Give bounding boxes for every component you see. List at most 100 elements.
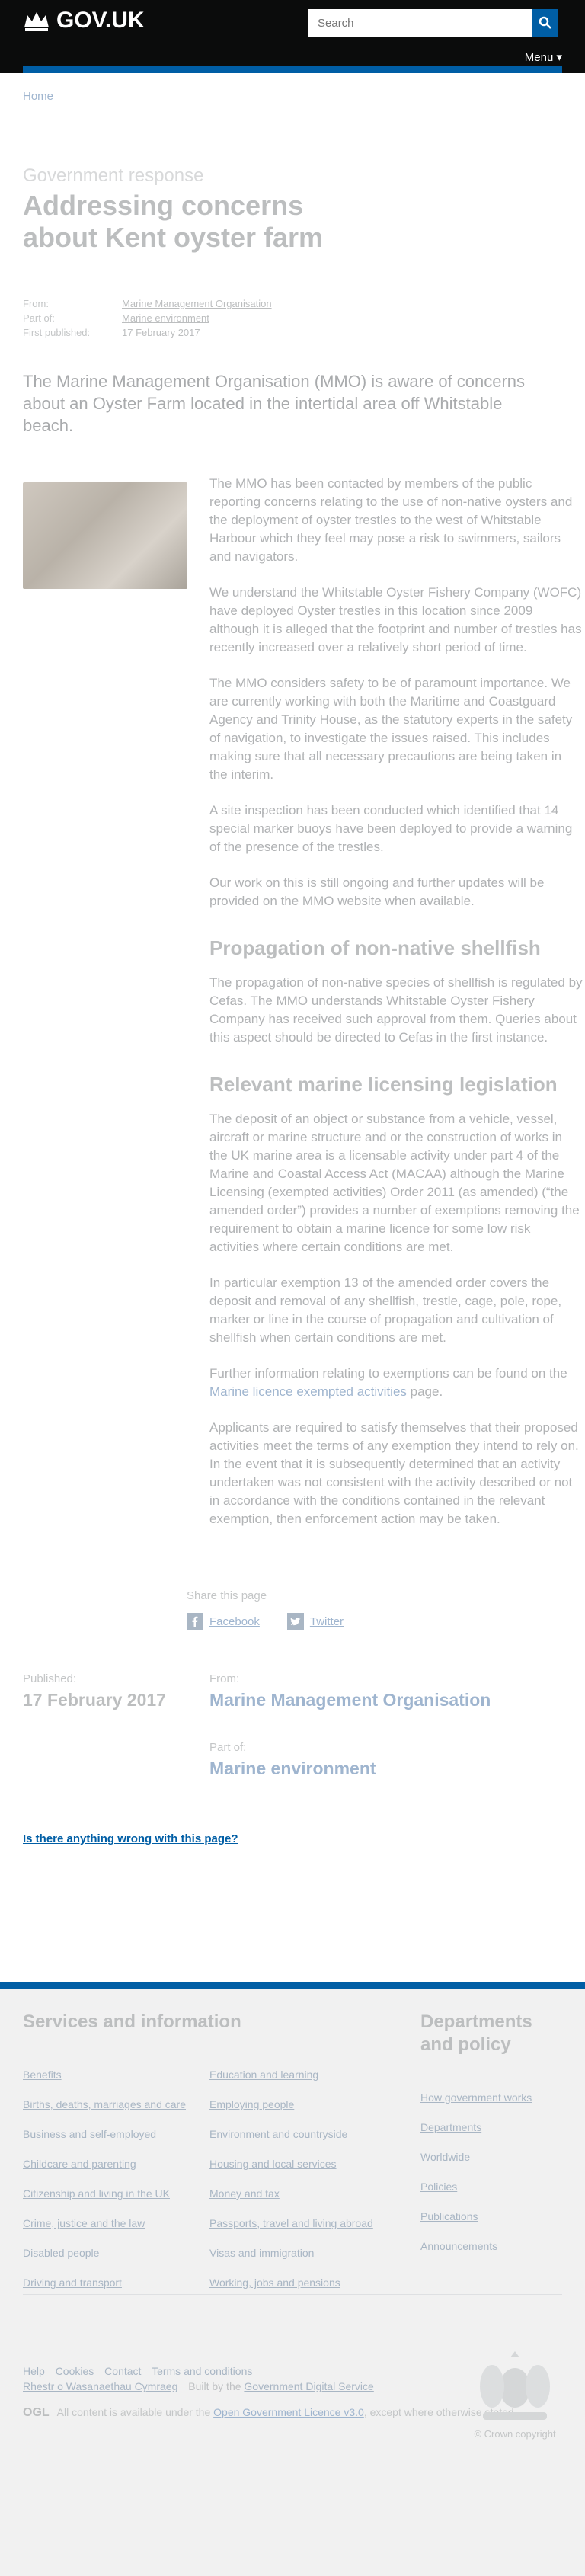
facebook-link[interactable]: Facebook (209, 1615, 260, 1628)
departments-section: Departments and policy How government wo… (420, 2011, 562, 2306)
footer-service-link[interactable]: Environment and countryside (209, 2127, 381, 2142)
footer-service-link[interactable]: Benefits (23, 2068, 209, 2082)
metadata: From: Marine Management Organisation Part… (0, 254, 585, 340)
ogl-link[interactable]: Open Government Licence v3.0 (213, 2406, 364, 2418)
welsh-services-link[interactable]: Rhestr o Wasanaethau Cymraeg (23, 2380, 177, 2392)
page-title: Addressing concerns about Kent oyster fa… (23, 190, 324, 253)
footer-service-link[interactable]: Education and learning (209, 2068, 381, 2082)
terms-link[interactable]: Terms and conditions (152, 2365, 252, 2377)
body-paragraph: Further information relating to exemptio… (209, 1365, 583, 1401)
footer-dept-link[interactable]: How government works (420, 2091, 562, 2105)
body-paragraph: The deposit of an object or substance fr… (209, 1112, 580, 1254)
footer-dept-link[interactable]: Announcements (420, 2239, 562, 2254)
footer-service-link[interactable]: Births, deaths, marriages and care (23, 2098, 209, 2112)
first-published-label: First published: (23, 327, 91, 338)
footer-service-link[interactable]: Money and tax (209, 2187, 381, 2201)
govuk-logo[interactable]: GOV.UK (23, 8, 145, 34)
search-input[interactable] (308, 9, 532, 37)
ogl-logo: OGL (23, 2406, 50, 2419)
footer-service-link[interactable]: Citizenship and living in the UK (23, 2187, 209, 2201)
document-type: Government response (23, 165, 204, 186)
site-footer: Services and information Benefits Educat… (0, 1982, 585, 2576)
exempted-activities-link[interactable]: Marine licence exempted activities (209, 1384, 407, 1399)
footer-dept-link[interactable]: Publications (420, 2210, 562, 2224)
licence-text: All content is available under the Open … (57, 2406, 514, 2418)
footer-service-link[interactable]: Employing people (209, 2098, 381, 2112)
built-by-text: Built by the (188, 2380, 245, 2392)
from-label: From: (209, 1672, 240, 1685)
published-date: 17 February 2017 (23, 1690, 166, 1710)
body-paragraph: We understand the Whitstable Oyster Fish… (209, 585, 582, 654)
from-link[interactable]: Marine Management Organisation (122, 296, 272, 311)
menu-toggle[interactable]: Menu ▾ (525, 50, 562, 64)
footer-meta: Help Cookies Contact Terms and condition… (23, 2294, 562, 2440)
facebook-icon (187, 1613, 203, 1630)
footer-dept-link[interactable]: Policies (420, 2180, 562, 2194)
search-button[interactable] (532, 9, 558, 37)
part-of-link[interactable]: Marine environment (122, 311, 209, 325)
part-of-link[interactable]: Marine environment (209, 1758, 491, 1779)
report-problem-link[interactable]: Is there anything wrong with this page? (23, 1832, 238, 1845)
breadcrumb-home[interactable]: Home (23, 90, 53, 103)
logo-text: GOV.UK (56, 8, 145, 33)
lead-paragraph: The Marine Management Organisation (MMO)… (23, 372, 526, 435)
footer-service-link[interactable]: Passports, travel and living abroad (209, 2216, 381, 2231)
page-header: Government response Addressing concerns … (0, 120, 585, 254)
share-twitter[interactable]: Twitter (286, 1613, 344, 1630)
footer-service-link[interactable]: Housing and local services (209, 2157, 381, 2171)
footer-service-link[interactable]: Disabled people (23, 2246, 209, 2261)
footer-service-link[interactable]: Business and self-employed (23, 2127, 209, 2142)
search-form (308, 9, 558, 37)
body-paragraph: The propagation of non-native species of… (209, 975, 583, 1045)
from-label: From: (23, 298, 49, 309)
published-label: Published: (23, 1672, 77, 1685)
footer-dept-link[interactable]: Worldwide (420, 2150, 562, 2165)
licence-text-before: All content is available under the (56, 2406, 214, 2418)
body-paragraph: The MMO has been contacted by members of… (209, 476, 573, 564)
copyright-text: © Crown copyright (474, 2428, 556, 2440)
services-section: Services and information Benefits Educat… (23, 2011, 381, 2306)
departments-heading: Departments and policy (420, 2011, 562, 2069)
share-facebook[interactable]: Facebook (187, 1613, 260, 1630)
footer-dept-link[interactable]: Departments (420, 2120, 562, 2135)
breadcrumb: Home (0, 73, 585, 120)
gds-link[interactable]: Government Digital Service (244, 2380, 373, 2392)
chevron-down-icon: ▾ (556, 51, 562, 64)
publication-meta: Published: 17 February 2017 From: Marine… (0, 1630, 585, 1810)
share-section: Share this page Facebook Twitter (187, 1589, 585, 1630)
report-problem: Is there anything wrong with this page? (0, 1810, 585, 1845)
section-heading-licensing: Relevant marine licensing legislation (209, 1073, 558, 1096)
footer-service-link[interactable]: Crime, justice and the law (23, 2216, 209, 2231)
part-of-label: Part of: (209, 1741, 247, 1754)
help-link[interactable]: Help (23, 2365, 45, 2377)
body-paragraph: Applicants are required to satisfy thems… (209, 1420, 579, 1526)
crown-copyright: © Crown copyright (468, 2348, 562, 2440)
text-before-link: Further information relating to exemptio… (209, 1366, 567, 1381)
body-paragraph: Our work on this is still ongoing and fu… (209, 875, 545, 908)
crown-icon (24, 12, 49, 31)
footer-service-link[interactable]: Working, jobs and pensions (209, 2276, 381, 2290)
main-body: The MMO has been contacted by members of… (0, 437, 585, 1528)
site-header: GOV.UK Menu ▾ (0, 0, 585, 73)
share-label: Share this page (187, 1589, 267, 1602)
royal-coat-of-arms-icon (480, 2351, 550, 2420)
footer-service-link[interactable]: Childcare and parenting (23, 2157, 209, 2171)
body-paragraph: The MMO considers safety to be of paramo… (209, 676, 573, 782)
services-heading: Services and information (23, 2011, 381, 2046)
twitter-link[interactable]: Twitter (310, 1615, 344, 1628)
body-paragraph: A site inspection has been conducted whi… (209, 803, 573, 854)
header-blue-bar (23, 66, 562, 73)
from-organisation-link[interactable]: Marine Management Organisation (209, 1690, 491, 1710)
cookies-link[interactable]: Cookies (56, 2365, 94, 2377)
contact-link[interactable]: Contact (104, 2365, 141, 2377)
body-text: The MMO has been contacted by members of… (209, 475, 583, 1528)
oyster-farm-image (23, 482, 187, 589)
section-heading-propagation: Propagation of non-native shellfish (209, 936, 541, 959)
footer-service-link[interactable]: Driving and transport (23, 2276, 209, 2290)
search-icon (539, 16, 551, 29)
footer-service-link[interactable]: Visas and immigration (209, 2246, 381, 2261)
twitter-icon (286, 1613, 304, 1630)
first-published-value: 17 February 2017 (122, 327, 200, 338)
part-of-label: Part of: (23, 312, 55, 324)
text-after-link: page. (406, 1384, 443, 1399)
